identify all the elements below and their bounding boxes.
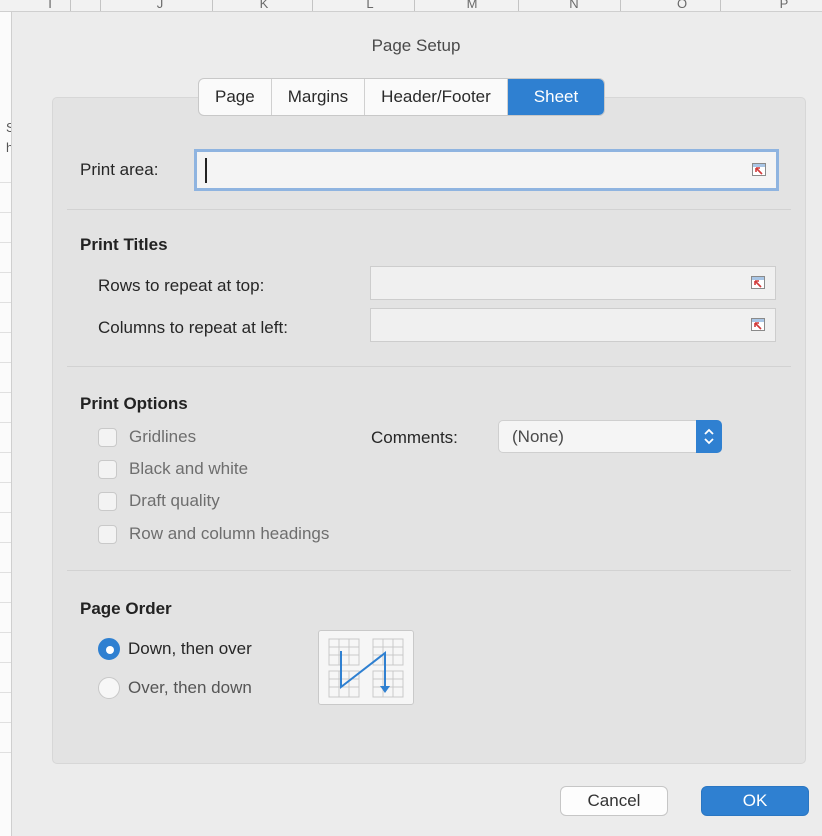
draft-quality-option[interactable]: Draft quality: [98, 491, 220, 511]
spreadsheet-column-header: I J K L M N O P: [0, 0, 822, 12]
dialog-title: Page Setup: [371, 36, 461, 55]
spreadsheet-row-strip: S h: [0, 12, 12, 836]
up-down-chevron-icon[interactable]: [696, 420, 722, 453]
column-letter: K: [259, 0, 269, 11]
column-letter: L: [366, 0, 374, 11]
collapse-dialog-icon[interactable]: [752, 163, 766, 176]
column-letter: N: [569, 0, 579, 11]
black-and-white-checkbox[interactable]: [98, 459, 117, 479]
section-divider: [67, 570, 791, 571]
print-area-field[interactable]: [194, 149, 779, 191]
down-then-over-radio[interactable]: [98, 638, 120, 660]
row-divider: [0, 542, 11, 543]
column-letter: I: [48, 0, 52, 11]
collapse-dialog-icon[interactable]: [751, 276, 765, 289]
row-divider: [0, 692, 11, 693]
print-titles-heading: Print Titles: [80, 235, 168, 254]
tab-margins[interactable]: Margins: [272, 79, 366, 115]
page-order-down-then-over-icon: [328, 638, 404, 698]
tab-bar: Page Margins Header/Footer Sheet: [198, 78, 606, 116]
row-divider: [0, 242, 11, 243]
column-divider: [212, 0, 213, 11]
comments-label: Comments:: [371, 428, 458, 447]
row-divider: [0, 662, 11, 663]
column-divider: [518, 0, 519, 11]
black-and-white-option[interactable]: Black and white: [98, 459, 248, 479]
over-then-down-radio[interactable]: [98, 677, 120, 699]
column-letter: P: [779, 0, 789, 11]
column-divider: [100, 0, 101, 11]
column-divider: [70, 0, 71, 11]
columns-to-repeat-label: Columns to repeat at left:: [98, 318, 288, 337]
row-divider: [0, 272, 11, 273]
black-and-white-label: Black and white: [129, 459, 249, 478]
tab-page[interactable]: Page: [199, 79, 272, 115]
column-divider: [720, 0, 721, 11]
ok-button[interactable]: OK: [701, 786, 809, 816]
down-then-over-label: Down, then over: [128, 639, 252, 658]
row-divider: [0, 452, 11, 453]
column-letter: M: [466, 0, 478, 11]
over-then-down-label: Over, then down: [128, 678, 252, 697]
row-divider: [0, 632, 11, 633]
down-then-over-option[interactable]: Down, then over: [98, 638, 252, 660]
gridlines-label: Gridlines: [129, 427, 197, 446]
row-divider: [0, 182, 11, 183]
row-divider: [0, 392, 11, 393]
column-divider: [414, 0, 415, 11]
gridlines-option[interactable]: Gridlines: [98, 427, 196, 447]
row-divider: [0, 752, 11, 753]
over-then-down-option[interactable]: Over, then down: [98, 677, 252, 699]
section-divider: [67, 209, 791, 210]
comments-select[interactable]: (None): [498, 420, 722, 453]
column-divider: [620, 0, 621, 11]
tab-header-footer[interactable]: Header/Footer: [365, 79, 508, 115]
page-order-heading: Page Order: [80, 599, 172, 618]
row-column-headings-checkbox[interactable]: [98, 524, 117, 544]
page-setup-dialog: Page Setup Page Margins Header/Footer Sh…: [12, 12, 820, 834]
row-divider: [0, 422, 11, 423]
row-divider: [0, 512, 11, 513]
comments-selected-value: (None): [512, 427, 564, 446]
row-divider: [0, 302, 11, 303]
text-caret: [205, 158, 207, 183]
page-order-preview: [318, 630, 414, 705]
row-divider: [0, 602, 11, 603]
row-divider: [0, 722, 11, 723]
tab-sheet[interactable]: Sheet: [507, 79, 605, 115]
draft-quality-checkbox[interactable]: [98, 491, 117, 511]
row-divider: [0, 212, 11, 213]
cancel-button[interactable]: Cancel: [560, 786, 668, 816]
row-divider: [0, 572, 11, 573]
column-letter: O: [676, 0, 688, 11]
rows-to-repeat-label: Rows to repeat at top:: [98, 276, 265, 295]
column-letter: J: [156, 0, 164, 11]
rows-to-repeat-field[interactable]: [370, 266, 776, 300]
row-divider: [0, 362, 11, 363]
section-divider: [67, 366, 791, 367]
collapse-dialog-icon[interactable]: [751, 318, 765, 331]
row-divider: [0, 332, 11, 333]
row-column-headings-label: Row and column headings: [129, 524, 330, 543]
gridlines-checkbox[interactable]: [98, 427, 117, 447]
row-divider: [0, 482, 11, 483]
draft-quality-label: Draft quality: [129, 491, 220, 510]
columns-to-repeat-field[interactable]: [370, 308, 776, 342]
row-column-headings-option[interactable]: Row and column headings: [98, 524, 329, 544]
print-area-label: Print area:: [80, 160, 159, 179]
print-options-heading: Print Options: [80, 394, 188, 413]
column-divider: [312, 0, 313, 11]
